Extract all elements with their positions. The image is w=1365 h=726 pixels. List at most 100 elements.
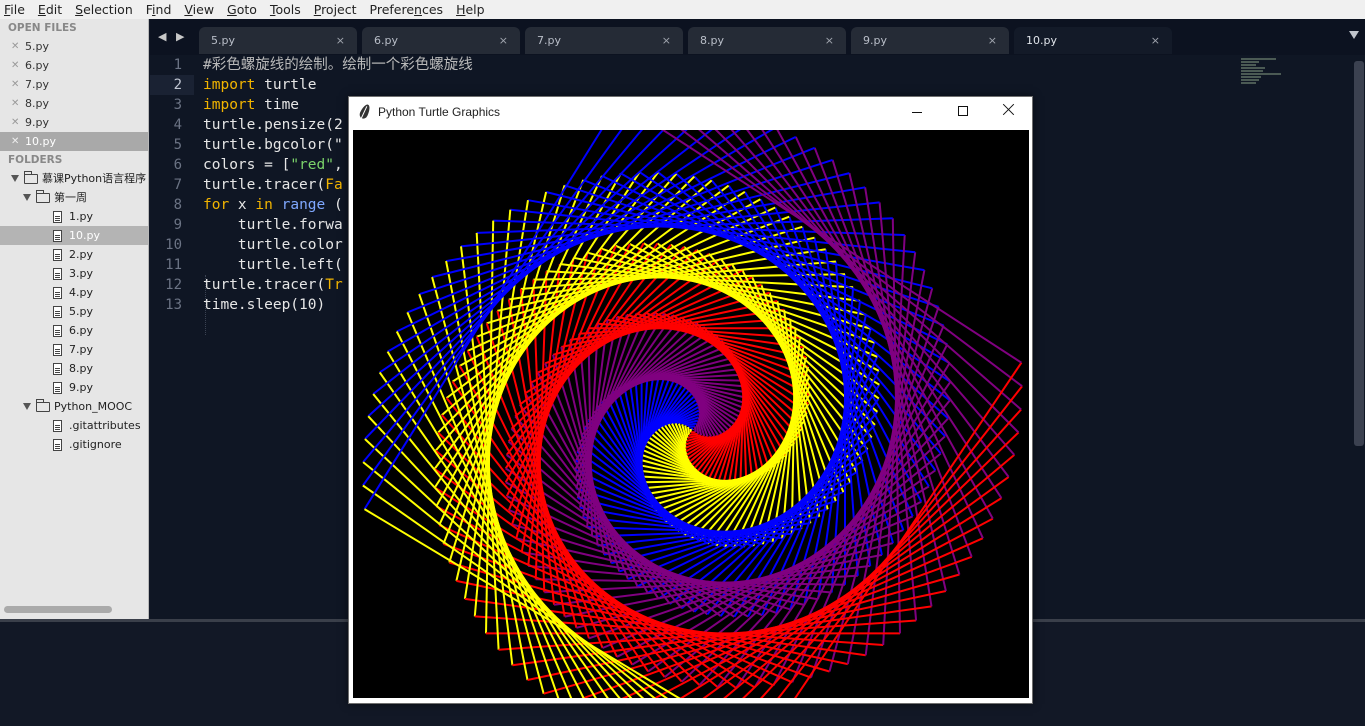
tree-file-label: .gitattributes [69,419,141,432]
tree-file-item[interactable]: .gitattributes [0,416,148,435]
close-icon[interactable]: ✕ [11,56,25,75]
spiral-lines [362,130,1023,698]
tree-file-item[interactable]: 3.py [0,264,148,283]
menu-item[interactable]: File [4,2,25,17]
tab-label: 6.py [374,34,398,47]
open-file-label: 5.py [25,40,49,53]
tree-file-item[interactable]: 4.py [0,283,148,302]
menu-item[interactable]: Help [456,2,485,17]
menu-item[interactable]: Edit [38,2,62,17]
window-title: Python Turtle Graphics [378,105,501,119]
tree-file-item[interactable]: 8.py [0,359,148,378]
tab-5-py[interactable]: 5.py × [199,27,357,54]
menu-item[interactable]: Goto [227,2,257,17]
tab-6-py[interactable]: 6.py × [362,27,520,54]
tree-file-item[interactable]: .gitignore [0,435,148,454]
chevron-down-icon[interactable] [11,175,19,182]
tab-close-icon[interactable]: × [988,27,997,54]
minimize-button[interactable] [894,97,940,127]
tab-nav-arrows[interactable]: ◀ ▶ [158,30,187,43]
tree-file-item[interactable]: 2.py [0,245,148,264]
line-number: 9 [173,217,182,233]
tree-file-label: 8.py [69,362,93,375]
turtle-graphics-window[interactable]: Python Turtle Graphics [348,96,1033,704]
tab-label: 10.py [1026,34,1057,47]
close-icon[interactable]: ✕ [11,113,25,132]
tree-folder-mooc[interactable]: Python_MOOC [0,397,148,416]
close-icon[interactable]: ✕ [11,75,25,94]
line-number: 4 [173,117,182,133]
line-number: 1 [173,57,182,73]
close-icon[interactable]: ✕ [11,94,25,113]
tree-file-item[interactable]: 10.py [0,226,148,245]
line-number-gutter: 1 2 3 4 5 6 7 8 9 10 11 12 13 [150,55,194,315]
turtle-canvas [353,130,1029,698]
line-number: 8 [173,197,182,213]
tab-10-py[interactable]: 10.py × [1014,27,1172,54]
tree-file-label: 1.py [69,210,93,223]
file-icon [53,381,62,394]
tab-close-icon[interactable]: × [1151,27,1160,54]
folders-header: FOLDERS [8,154,63,166]
tree-file-label: 6.py [69,324,93,337]
chevron-down-icon[interactable] [23,194,31,201]
tab-label: 7.py [537,34,561,47]
tree-folder-week[interactable]: 第一周 [0,188,148,207]
folder-open-icon [24,170,38,184]
tree-file-label: 7.py [69,343,93,356]
open-file-label: 7.py [25,78,49,91]
tree-file-item[interactable]: 6.py [0,321,148,340]
menu-item[interactable]: Selection [75,2,133,17]
tab-9-py[interactable]: 9.py × [851,27,1009,54]
tab-close-icon[interactable]: × [499,27,508,54]
file-icon [53,267,62,280]
chevron-down-icon[interactable] [23,403,31,410]
spiral-segment [687,426,691,436]
line-number: 11 [165,257,182,273]
tree-folder-label: 慕课Python语言程序 [42,172,147,185]
close-icon[interactable]: ✕ [11,132,25,151]
tab-8-py[interactable]: 8.py × [688,27,846,54]
tree-file-item[interactable]: 7.py [0,340,148,359]
line-number: 2 [150,75,194,95]
tab-label: 8.py [700,34,724,47]
file-icon [53,419,62,432]
menu-item[interactable]: Find [146,2,172,17]
close-icon[interactable]: ✕ [11,37,25,56]
line-number: 7 [173,177,182,193]
tab-close-icon[interactable]: × [825,27,834,54]
menu-item[interactable]: View [184,2,214,17]
open-file-item[interactable]: ✕ 5.py [0,37,148,56]
tab-list-dropdown-icon[interactable] [1349,31,1359,39]
tree-folder-root[interactable]: 慕课Python语言程序 [0,169,148,188]
feather-icon [358,103,372,120]
open-file-item[interactable]: ✕ 6.py [0,56,148,75]
menu-item[interactable]: Tools [270,2,301,17]
open-file-label: 8.py [25,97,49,110]
sidebar-scrollbar[interactable] [4,606,112,613]
tree-file-item[interactable]: 5.py [0,302,148,321]
close-button[interactable] [986,97,1032,127]
tree-file-item[interactable]: 9.py [0,378,148,397]
tree-folder-label: Python_MOOC [54,400,133,413]
file-icon [53,286,62,299]
tree-file-label: 10.py [69,229,100,242]
minimap[interactable] [1241,58,1285,90]
open-file-item[interactable]: ✕ 10.py [0,132,148,151]
open-file-item[interactable]: ✕ 8.py [0,94,148,113]
open-file-item[interactable]: ✕ 7.py [0,75,148,94]
menu-item[interactable]: Preferences [370,2,444,17]
tab-close-icon[interactable]: × [336,27,345,54]
editor-scrollbar[interactable] [1354,61,1364,446]
tab-close-icon[interactable]: × [662,27,671,54]
tree-file-item[interactable]: 1.py [0,207,148,226]
open-file-item[interactable]: ✕ 9.py [0,113,148,132]
maximize-button[interactable] [940,97,986,127]
window-titlebar[interactable]: Python Turtle Graphics [349,97,1032,127]
maximize-icon [958,106,968,116]
file-icon [53,305,62,318]
indent-guide [205,275,206,335]
code-line: #彩色螺旋线的绘制。绘制一个彩色螺旋线 [203,57,473,73]
tab-7-py[interactable]: 7.py × [525,27,683,54]
menu-item[interactable]: Project [314,2,357,17]
